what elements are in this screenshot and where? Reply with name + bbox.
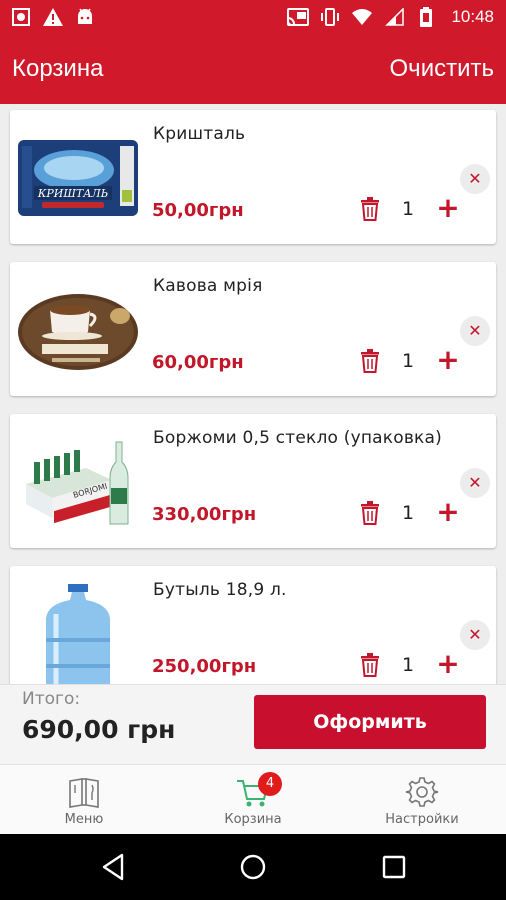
increase-quantity-button[interactable]: +: [436, 194, 460, 222]
product-price: 330,00грн: [152, 504, 257, 525]
status-time: 10:48: [451, 7, 494, 26]
app-bar: Корзина Очистить: [0, 34, 506, 104]
decrease-quantity-button[interactable]: [359, 196, 381, 222]
back-icon[interactable]: [98, 851, 130, 883]
total-bar: Итого: 690,00 грн Оформить: [0, 684, 506, 765]
plus-icon: +: [436, 191, 460, 224]
clear-cart-button[interactable]: Очистить: [390, 55, 494, 83]
recents-icon[interactable]: [378, 851, 410, 883]
product-name: Боржоми 0,5 стекло (упаковка): [153, 428, 442, 448]
cart-icon: 4: [236, 772, 282, 809]
product-name: Бутыль 18,9 л.: [153, 580, 287, 600]
status-bar: 10:48: [0, 0, 506, 34]
product-name: Кришталь: [153, 124, 246, 144]
close-icon: ✕: [468, 169, 482, 188]
cart-item: Кавова мрія 60,00грн 1 + ✕: [10, 262, 496, 396]
remove-item-button[interactable]: ✕: [460, 316, 490, 346]
nav-label-settings: Настройки: [385, 812, 459, 827]
cart-item: КРИШТАЛЬ Кришталь 50,00грн 1 + ✕: [10, 110, 496, 244]
nav-item-menu[interactable]: Меню: [0, 765, 168, 835]
svg-text:КРИШТАЛЬ: КРИШТАЛЬ: [37, 187, 108, 200]
trash-icon: [360, 501, 380, 525]
quantity-value: 1: [401, 198, 415, 220]
cart-count-badge: 4: [258, 772, 282, 796]
battery-icon: [415, 7, 437, 27]
plus-icon: +: [436, 343, 460, 376]
total-value: 690,00 грн: [22, 715, 176, 744]
gear-icon: [405, 775, 439, 809]
remove-item-button[interactable]: ✕: [460, 620, 490, 650]
bottom-navigation: Меню 4 Корзина Настройки: [0, 764, 506, 835]
trash-icon: [360, 653, 380, 677]
home-icon[interactable]: [237, 851, 269, 883]
product-name: Кавова мрія: [153, 276, 263, 296]
plus-icon: +: [436, 647, 460, 680]
android-icon: [74, 7, 96, 27]
cast-icon: [287, 7, 310, 27]
quantity-value: 1: [401, 654, 415, 676]
close-icon: ✕: [468, 473, 482, 492]
quantity-value: 1: [401, 502, 415, 524]
nav-label-menu: Меню: [64, 812, 104, 827]
quantity-value: 1: [401, 350, 415, 372]
checkout-button[interactable]: Оформить: [254, 695, 486, 749]
cart-list[interactable]: КРИШТАЛЬ Кришталь 50,00грн 1 + ✕ Кавова …: [0, 104, 506, 684]
increase-quantity-button[interactable]: +: [436, 650, 460, 678]
vibrate-icon: [319, 7, 341, 27]
decrease-quantity-button[interactable]: [359, 500, 381, 526]
product-image-borjomi: BORJOMI: [16, 432, 140, 530]
decrease-quantity-button[interactable]: [359, 652, 381, 678]
cart-item: Бутыль 18,9 л. 250,00грн 1 + ✕: [10, 566, 496, 684]
wifi-icon: [351, 7, 373, 27]
product-image-coffee: [16, 280, 140, 378]
remove-item-button[interactable]: ✕: [460, 164, 490, 194]
system-navigation-bar: [0, 834, 506, 900]
menu-book-icon: [67, 775, 101, 809]
product-price: 50,00грн: [152, 200, 244, 221]
screenshot-icon: [10, 7, 32, 27]
product-price: 60,00грн: [152, 352, 244, 373]
product-image-water-jug: [16, 580, 140, 684]
decrease-quantity-button[interactable]: [359, 348, 381, 374]
signal-icon: [383, 7, 405, 27]
cart-item: BORJOMI Боржоми 0,5 стекло (упаковка) 33…: [10, 414, 496, 548]
product-price: 250,00грн: [152, 656, 257, 677]
increase-quantity-button[interactable]: +: [436, 346, 460, 374]
trash-icon: [360, 349, 380, 373]
nav-item-cart[interactable]: 4 Корзина: [169, 765, 337, 835]
close-icon: ✕: [468, 321, 482, 340]
nav-label-cart: Корзина: [224, 812, 282, 827]
close-icon: ✕: [468, 625, 482, 644]
product-image-kryshtal: КРИШТАЛЬ: [16, 128, 140, 226]
increase-quantity-button[interactable]: +: [436, 498, 460, 526]
remove-item-button[interactable]: ✕: [460, 468, 490, 498]
page-title: Корзина: [12, 55, 104, 82]
nav-item-settings[interactable]: Настройки: [338, 765, 506, 835]
warning-icon: [42, 7, 64, 27]
total-label: Итого:: [22, 689, 81, 709]
plus-icon: +: [436, 495, 460, 528]
trash-icon: [360, 197, 380, 221]
